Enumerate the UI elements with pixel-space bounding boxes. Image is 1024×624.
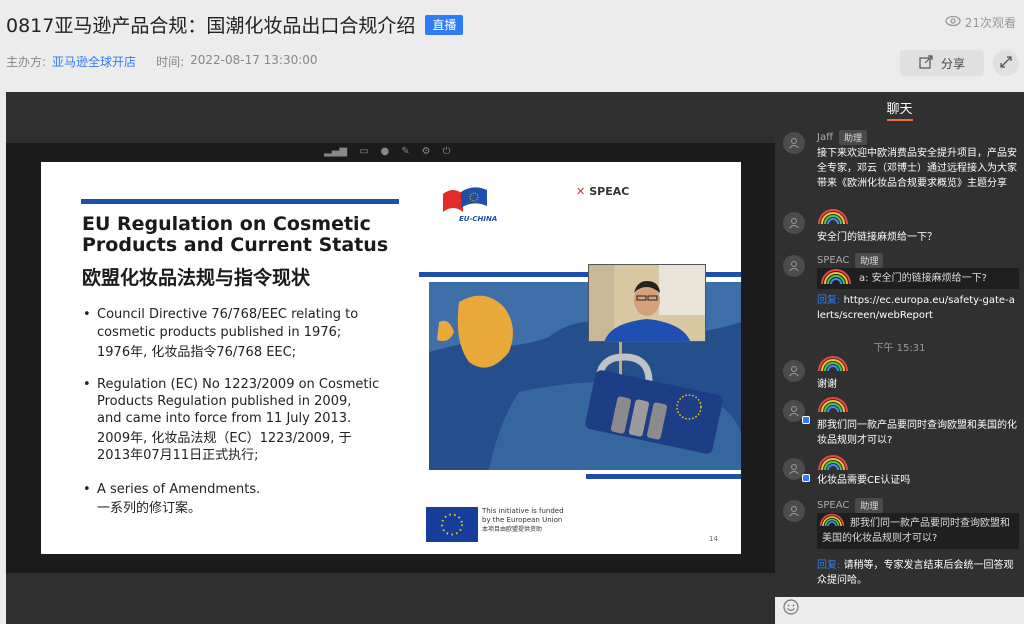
- page-header: 0817亚马逊产品合规：国潮化妆品出口合规介绍 直播 21次观看 主办方: 亚马…: [0, 0, 1024, 92]
- rainbow-emoji-icon: [819, 513, 845, 526]
- emoji-icon: [783, 599, 799, 615]
- share-icon: [919, 54, 933, 72]
- expand-icon: [1000, 55, 1012, 71]
- user-avatar-icon: [783, 458, 810, 482]
- user-avatar-icon: [783, 500, 805, 522]
- user-avatar-icon: [783, 400, 810, 424]
- user-avatar-icon: [783, 255, 805, 277]
- host-link[interactable]: 亚马逊全球开店: [52, 53, 136, 70]
- time-value: 2022-08-17 13:30:00: [190, 53, 318, 67]
- camera-icon: ▭: [359, 146, 369, 157]
- signal-icon: ▂▄▆: [324, 146, 348, 157]
- share-label: 分享: [940, 56, 965, 71]
- power-icon: ⏻: [442, 146, 451, 157]
- sender-name: Jaff: [817, 132, 833, 143]
- viewer-count-text: 21次观看: [964, 16, 1016, 30]
- slide-page-number: 14: [709, 535, 718, 543]
- emoji-button[interactable]: [776, 599, 806, 623]
- tab-underline: [887, 119, 913, 121]
- reply-text: 回复: 请稍等，专家发言结束后会统一回答观众提问哈。: [817, 560, 1014, 586]
- eu-china-flag-logo: [441, 184, 489, 214]
- user-avatar-icon: [783, 212, 805, 234]
- role-badge: 助理: [838, 130, 867, 145]
- chat-timestamp: 下午 15:31: [873, 343, 926, 354]
- viewer-count: 21次观看: [945, 14, 1016, 31]
- expand-button[interactable]: [993, 50, 1019, 76]
- tools-icon: ✎: [401, 146, 410, 157]
- sender-name: SPEAC: [817, 500, 850, 511]
- eu-china-label: EU-CHINA: [459, 215, 498, 223]
- presenter-webcam: [588, 264, 706, 342]
- chat-panel: 聊天 Jaff 助理 接下来欢迎中欧消费品安全提升项目，产品安全专家，邓云（邓博…: [775, 92, 1024, 624]
- tab-chat[interactable]: 聊天: [775, 92, 1024, 122]
- slide-accent-bar: [81, 199, 399, 204]
- rainbow-emoji-icon: [818, 356, 848, 371]
- stream-title-row: 0817亚马逊产品合规：国潮化妆品出口合规介绍 直播: [6, 11, 464, 38]
- sender-name: SPEAC: [817, 255, 850, 266]
- slide-accent-bar: [586, 474, 741, 479]
- message-text: 接下来欢迎中欧消费品安全提升项目，产品安全专家，邓云（邓博士）通过远程接入为大家…: [817, 148, 1017, 189]
- rainbow-emoji-icon: [818, 397, 848, 412]
- slide-title-cn: 欧盟化妆品法规与指令现状: [82, 267, 311, 289]
- mic-icon: ●: [380, 146, 390, 157]
- eu-flag-image: [426, 507, 478, 542]
- time-label: 时间:: [156, 55, 185, 69]
- rainbow-emoji-icon: [821, 269, 851, 284]
- quoted-message: 那我们同一款产品要同时查询欧盟和美国的化妆品规则才可以?: [817, 513, 1019, 549]
- reply-text: 回复: https://ec.europa.eu/safety-gate-ale…: [817, 295, 1015, 321]
- stream-title: 0817亚马逊产品合规：国潮化妆品出口合规介绍: [6, 15, 416, 37]
- settings-icon: ⚙: [421, 146, 431, 157]
- video-player[interactable]: ▂▄▆ ▭ ● ✎ ⚙ ⏻ EU Regulation on Cosmetic …: [6, 92, 775, 624]
- tab-chat-label: 聊天: [886, 101, 913, 117]
- speac-mark-icon: ✕: [576, 185, 586, 198]
- message-text: 化妆品需要CE认证吗: [817, 475, 911, 486]
- user-avatar-icon: [783, 360, 805, 382]
- speac-logo: ✕ SPEAC: [576, 185, 630, 198]
- stream-meta: 主办方: 亚马逊全球开店 时间: 2022-08-17 13:30:00: [6, 53, 318, 70]
- rainbow-emoji-icon: [818, 209, 848, 224]
- eye-icon: [945, 15, 961, 30]
- presentation-slide: EU Regulation on Cosmetic Products and C…: [41, 162, 741, 554]
- role-badge: 助理: [855, 253, 884, 268]
- role-badge: 助理: [855, 498, 884, 513]
- user-avatar-icon: [783, 132, 805, 154]
- funding-notice: This initiative is funded by the Europea…: [482, 507, 564, 533]
- chat-input-bar[interactable]: [775, 597, 1024, 624]
- slide-title: EU Regulation on Cosmetic Products and C…: [82, 213, 389, 256]
- share-button[interactable]: 分享: [900, 50, 984, 76]
- message-text: 谢谢: [817, 379, 837, 390]
- live-badge: 直播: [425, 14, 464, 35]
- host-label: 主办方:: [6, 55, 47, 69]
- presenter-toolbar: ▂▄▆ ▭ ● ✎ ⚙ ⏻: [324, 146, 451, 157]
- rainbow-emoji-icon: [818, 455, 848, 470]
- message-text: 安全门的链接麻烦给一下？: [817, 232, 937, 243]
- message-text: 那我们同一款产品要同时查询欧盟和美国的化妆品规则才可以?: [817, 420, 1017, 446]
